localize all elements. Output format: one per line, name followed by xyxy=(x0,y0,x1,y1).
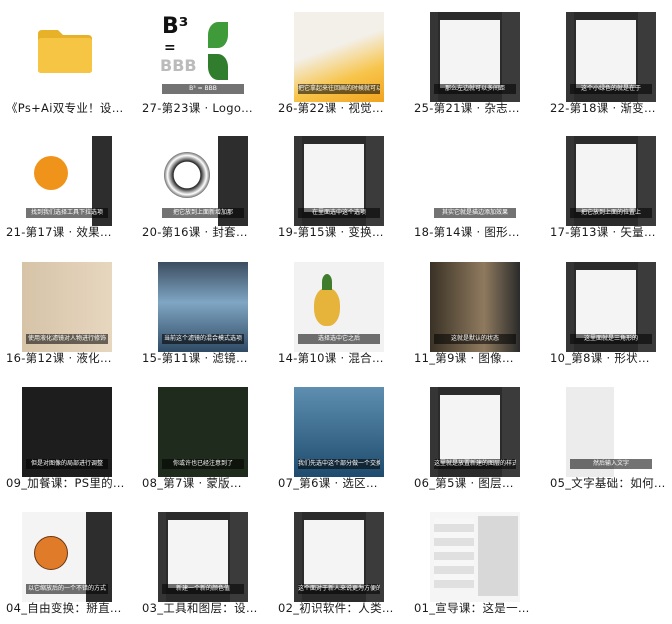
video-thumbnail: 在里面选中这个选项 xyxy=(294,136,384,226)
subtitle-caption: 那么左边就可以多间距 xyxy=(434,84,516,94)
video-thumbnail: 当前这个滤镜的混合模式选项 xyxy=(158,262,248,352)
video-file-item[interactable]: 这个面对于新人来说更为方便的 02_初识软件：人类… xyxy=(272,500,408,624)
file-name-label: 25-第21课 · 杂志… xyxy=(414,101,520,115)
subtitle-caption: 这个小绿色的就是在于 xyxy=(570,84,652,94)
video-thumbnail: 这就是默认的状态 xyxy=(430,262,520,352)
video-file-item[interactable]: 把它拿起来往回画的时候就可以的曲线 26-第22课 · 视觉… xyxy=(272,0,408,124)
video-file-item[interactable]: 其实它就是描边添加效果 18-第14课 · 图形… xyxy=(408,124,544,248)
file-name-label: 05_文字基础：如何… xyxy=(550,476,666,490)
video-file-item[interactable]: 这里就是放置新建的图层的样式 06_第5课 · 图层… xyxy=(408,375,544,499)
subtitle-caption: 但是对图像的局部进行调整 xyxy=(26,459,108,469)
video-thumbnail: 这个小绿色的就是在于 xyxy=(566,12,656,102)
video-file-item[interactable]: 01_宣导课：这是一… xyxy=(408,500,544,624)
subtitle-caption: 当前这个滤镜的混合模式选项 xyxy=(162,334,244,344)
video-file-item[interactable]: 选择选中它之后 14-第10课 · 混合… xyxy=(272,250,408,374)
video-thumbnail: 把它放到上面新增加那 xyxy=(158,136,248,226)
video-thumbnail: 选择选中它之后 xyxy=(294,262,384,352)
subtitle-caption: 新建一个新的颜色值 xyxy=(162,584,244,594)
file-name-label: 01_宣导课：这是一… xyxy=(414,601,530,615)
video-thumbnail xyxy=(430,512,520,602)
video-thumbnail: 使用液化滤镜对人物进行修饰 xyxy=(22,262,112,352)
subtitle-caption: 其实它就是描边添加效果 xyxy=(434,208,516,218)
video-thumbnail: 这里面就是三角形的 xyxy=(566,262,656,352)
video-file-item[interactable]: B³ = BBB B³ = BBB 27-第23课 · Logo… xyxy=(136,0,272,124)
video-file-item[interactable]: 把它放到上面的位置上 17-第13课 · 矢量… xyxy=(544,124,672,248)
file-name-label: 10_第8课 · 形状… xyxy=(550,351,650,365)
subtitle-caption: 找到我们选择工具下拉选项 xyxy=(26,208,108,218)
file-name-label: 02_初识软件：人类… xyxy=(278,601,394,615)
video-thumbnail: 那么左边就可以多间距 xyxy=(430,12,520,102)
video-file-item[interactable]: 使用液化滤镜对人物进行修饰 16-第12课 · 液化… xyxy=(0,250,136,374)
video-file-item[interactable]: 你或许也已经注意到了 08_第7课 · 蒙版… xyxy=(136,375,272,499)
video-thumbnail: 这里就是放置新建的图层的样式 xyxy=(430,387,520,477)
subtitle-caption: 这里面就是三角形的 xyxy=(570,334,652,344)
subtitle-caption: 以它缩放后的一个不错的方式 xyxy=(26,584,108,594)
file-name-label: 26-第22课 · 视觉… xyxy=(278,101,384,115)
subtitle-caption: 然后输入文字 xyxy=(570,459,652,469)
video-file-item[interactable]: 新建一个新的颜色值 03_工具和图层：设… xyxy=(136,500,272,624)
video-file-item[interactable]: 但是对图像的局部进行调整 09_加餐课：PS里的… xyxy=(0,375,136,499)
file-grid: 《Ps+Ai双专业！设… B³ = BBB B³ = BBB 27-第23课 · Logo… xyxy=(0,0,672,623)
video-thumbnail: 把它放到上面的位置上 xyxy=(566,136,656,226)
video-file-item[interactable]: 这里面就是三角形的 10_第8课 · 形状… xyxy=(544,250,672,374)
video-thumbnail: 这个面对于新人来说更为方便的 xyxy=(294,512,384,602)
subtitle-caption: 把它拿起来往回画的时候就可以的曲线 xyxy=(298,84,380,94)
subtitle-caption: 使用液化滤镜对人物进行修饰 xyxy=(26,334,108,344)
file-name-label: 17-第13课 · 矢量… xyxy=(550,225,656,239)
file-name-label: 19-第15课 · 变换… xyxy=(278,225,384,239)
video-file-item[interactable]: 我们先选中这个部分做一个交换 07_第6课 · 选区… xyxy=(272,375,408,499)
file-name-label: 16-第12课 · 液化… xyxy=(6,351,112,365)
video-thumbnail: 但是对图像的局部进行调整 xyxy=(22,387,112,477)
video-file-item[interactable]: 那么左边就可以多间距 25-第21课 · 杂志… xyxy=(408,0,544,124)
video-thumbnail: 然后输入文字 xyxy=(566,387,656,477)
subtitle-caption: 这里就是放置新建的图层的样式 xyxy=(434,459,516,469)
file-name-label: 27-第23课 · Logo… xyxy=(142,101,253,115)
file-name-label: 09_加餐课：PS里的… xyxy=(6,476,125,490)
file-name-label: 03_工具和图层：设… xyxy=(142,601,258,615)
video-thumbnail: 以它缩放后的一个不错的方式 xyxy=(22,512,112,602)
file-name-label: 20-第16课 · 封套… xyxy=(142,225,248,239)
file-name-label: 11_第9课 · 图像… xyxy=(414,351,514,365)
folder-item[interactable]: 《Ps+Ai双专业！设… xyxy=(0,0,136,124)
subtitle-caption: 这个面对于新人来说更为方便的 xyxy=(298,584,380,594)
video-thumbnail: 把它拿起来往回画的时候就可以的曲线 xyxy=(294,12,384,102)
video-file-item[interactable]: 当前这个滤镜的混合模式选项 15-第11课 · 滤镜… xyxy=(136,250,272,374)
file-name-label: 《Ps+Ai双专业！设… xyxy=(6,101,124,115)
video-file-item[interactable]: 把它放到上面新增加那 20-第16课 · 封套… xyxy=(136,124,272,248)
video-thumbnail: B³ = BBB B³ = BBB xyxy=(158,12,248,102)
video-file-item[interactable]: 这个小绿色的就是在于 22-第18课 · 渐变… xyxy=(544,0,672,124)
video-thumbnail: 我们先选中这个部分做一个交换 xyxy=(294,387,384,477)
folder-icon xyxy=(36,28,98,78)
video-file-item[interactable]: 这就是默认的状态 11_第9课 · 图像… xyxy=(408,250,544,374)
file-name-label: 22-第18课 · 渐变… xyxy=(550,101,656,115)
file-name-label: 21-第17课 · 效果… xyxy=(6,225,112,239)
file-name-label: 08_第7课 · 蒙版… xyxy=(142,476,242,490)
file-name-label: 18-第14课 · 图形… xyxy=(414,225,520,239)
video-thumbnail: 其实它就是描边添加效果 xyxy=(430,136,520,226)
video-thumbnail: 你或许也已经注意到了 xyxy=(158,387,248,477)
video-file-item[interactable]: 找到我们选择工具下拉选项 21-第17课 · 效果… xyxy=(0,124,136,248)
subtitle-caption: B³ = BBB xyxy=(162,84,244,94)
file-name-label: 07_第6课 · 选区… xyxy=(278,476,378,490)
subtitle-caption: 在里面选中这个选项 xyxy=(298,208,380,218)
file-name-label: 14-第10课 · 混合… xyxy=(278,351,384,365)
subtitle-caption: 你或许也已经注意到了 xyxy=(162,459,244,469)
file-name-label: 04_自由变换：掰直… xyxy=(6,601,122,615)
video-file-item[interactable]: 以它缩放后的一个不错的方式 04_自由变换：掰直… xyxy=(0,500,136,624)
subtitle-caption: 把它放到上面的位置上 xyxy=(570,208,652,218)
video-thumbnail: 新建一个新的颜色值 xyxy=(158,512,248,602)
file-name-label: 15-第11课 · 滤镜… xyxy=(142,351,248,365)
subtitle-caption: 我们先选中这个部分做一个交换 xyxy=(298,459,380,469)
subtitle-caption: 这就是默认的状态 xyxy=(434,334,516,344)
subtitle-caption: 选择选中它之后 xyxy=(298,334,380,344)
video-thumbnail: 找到我们选择工具下拉选项 xyxy=(22,136,112,226)
file-name-label: 06_第5课 · 图层… xyxy=(414,476,514,490)
video-file-item[interactable]: 然后输入文字 05_文字基础：如何… xyxy=(544,375,672,499)
video-file-item[interactable]: 在里面选中这个选项 19-第15课 · 变换… xyxy=(272,124,408,248)
subtitle-caption: 把它放到上面新增加那 xyxy=(162,208,244,218)
